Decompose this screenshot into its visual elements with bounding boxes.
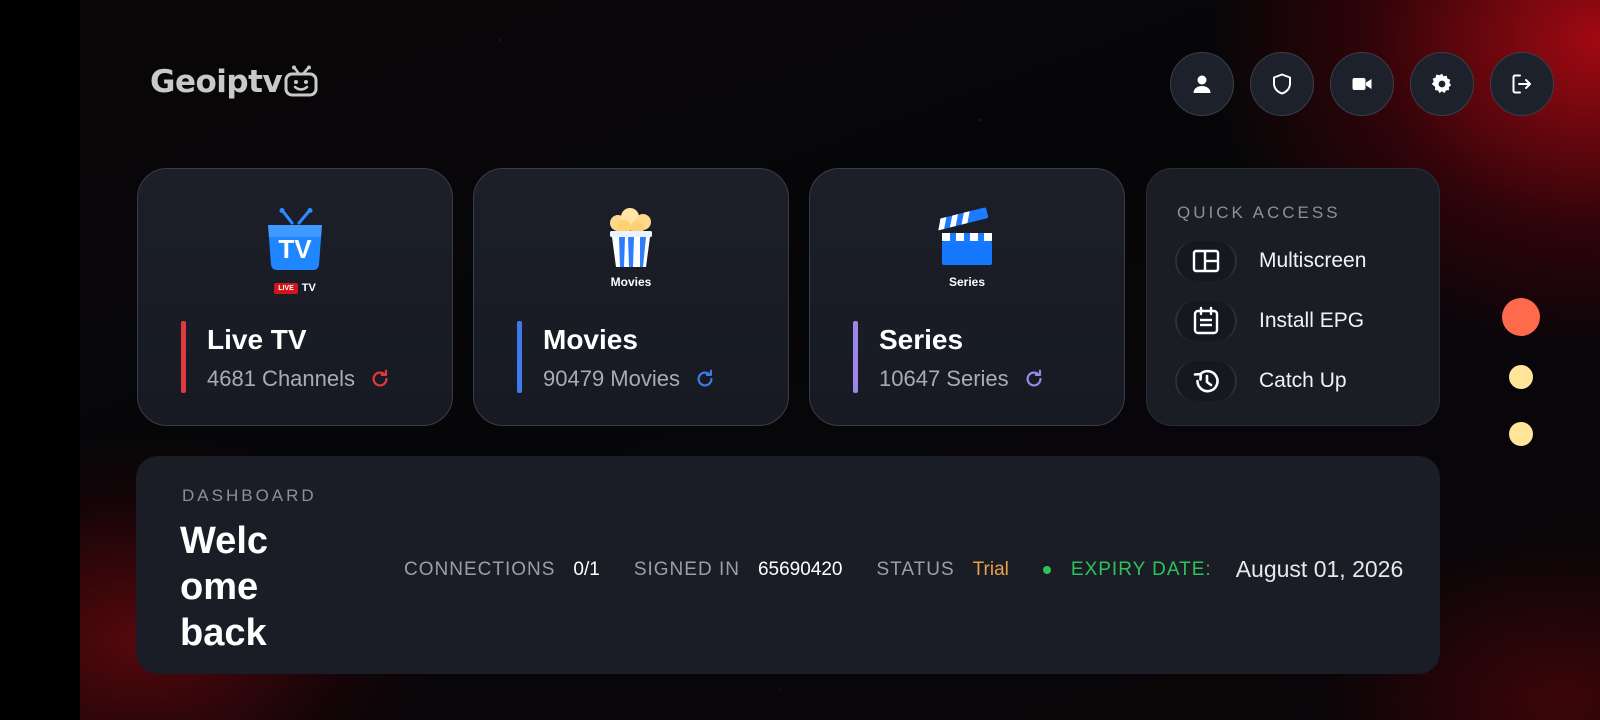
popcorn-icon: [610, 208, 652, 267]
svg-text:TV: TV: [278, 234, 312, 264]
series-count: 10647 Series: [879, 366, 1009, 391]
logo-tv-icon: [284, 65, 318, 97]
live-tv-art: TV LIVE TV: [138, 207, 452, 294]
connections-label: CONNECTIONS: [404, 558, 556, 580]
settings-button[interactable]: [1410, 52, 1474, 116]
movies-art-label: Movies: [610, 275, 652, 289]
series-art: Series: [810, 207, 1124, 289]
logout-button[interactable]: [1490, 52, 1554, 116]
movies-card[interactable]: Movies Movies 90479 Movies: [473, 168, 789, 426]
page-dot-2[interactable]: [1509, 365, 1533, 389]
status-value: Trial: [972, 558, 1009, 580]
logout-icon: [1512, 74, 1531, 94]
profile-button[interactable]: [1170, 52, 1234, 116]
live-tv-card[interactable]: TV LIVE TV Live TV 4681 Channels: [137, 168, 453, 426]
movies-accent-bar: [517, 321, 522, 393]
history-icon: [1193, 369, 1219, 393]
live-tv-title: Live TV: [207, 324, 307, 355]
calendar-icon-wrap: [1175, 301, 1237, 341]
movies-count-row: 90479 Movies: [543, 366, 716, 392]
live-tv-art-label: TV: [301, 282, 316, 294]
quick-access-panel: QUICK ACCESS Multiscreen Install EPG Cat…: [1146, 168, 1440, 426]
expiry-status-dot: [1042, 565, 1051, 574]
series-accent-bar: [853, 321, 858, 393]
dashboard-label: DASHBOARD: [182, 486, 317, 505]
quick-access-install-epg-label: Install EPG: [1259, 309, 1365, 332]
account-stats: CONNECTIONS 0/1 SIGNED IN 65690420 STATU…: [404, 556, 1403, 583]
movies-title: Movies: [543, 324, 638, 355]
multiscreen-icon: [1192, 249, 1220, 273]
quick-access-multiscreen[interactable]: Multiscreen: [1175, 241, 1366, 281]
quick-access-catch-up-label: Catch Up: [1259, 369, 1347, 392]
series-title: Series: [879, 324, 964, 355]
refresh-icon[interactable]: [1023, 368, 1045, 390]
signed-in-label: SIGNED IN: [633, 558, 740, 580]
expiry-value: August 01, 2026: [1235, 556, 1404, 582]
record-button[interactable]: [1330, 52, 1394, 116]
expiry-label: EXPIRY DATE:: [1070, 558, 1212, 580]
header-actions: [1170, 52, 1554, 116]
video-camera-icon: [1352, 78, 1372, 90]
live-tv-icon: TV: [268, 208, 322, 270]
quick-access-title: QUICK ACCESS: [1177, 203, 1341, 222]
connections-value: 0/1: [573, 558, 600, 580]
movies-art: Movies: [474, 207, 788, 289]
shield-icon: [1273, 73, 1291, 95]
live-tv-accent-bar: [181, 321, 186, 393]
vpn-button[interactable]: [1250, 52, 1314, 116]
multiscreen-icon-wrap: [1175, 241, 1237, 281]
user-icon: [1193, 75, 1211, 93]
dashboard-panel: DASHBOARD Welc ome back CONNECTIONS 0/1 …: [136, 456, 1440, 674]
refresh-icon[interactable]: [369, 368, 391, 390]
series-count-row: 10647 Series: [879, 366, 1045, 392]
gear-icon: [1431, 73, 1452, 94]
page-dot-3[interactable]: [1509, 422, 1533, 446]
page-dot-active[interactable]: [1502, 298, 1540, 336]
live-tv-count: 4681 Channels: [207, 366, 356, 391]
welcome-heading: Welc ome back: [180, 520, 269, 654]
movies-count: 90479 Movies: [543, 366, 680, 391]
history-icon-wrap: [1175, 361, 1237, 401]
live-badge: LIVE: [274, 282, 298, 294]
calendar-icon: [1193, 306, 1219, 335]
quick-access-multiscreen-label: Multiscreen: [1259, 249, 1367, 272]
refresh-icon[interactable]: [694, 368, 716, 390]
logo-text: Geoiptv: [150, 64, 283, 100]
app-logo: Geoiptv: [150, 64, 318, 100]
live-tv-count-row: 4681 Channels: [207, 366, 391, 392]
status-label: STATUS: [876, 558, 955, 580]
quick-access-install-epg[interactable]: Install EPG: [1175, 301, 1364, 341]
quick-access-catch-up[interactable]: Catch Up: [1175, 361, 1347, 401]
signed-in-value: 65690420: [757, 558, 843, 580]
series-art-label: Series: [948, 275, 986, 289]
series-card[interactable]: Series Series 10647 Series: [809, 168, 1125, 426]
clapperboard-icon: [938, 207, 992, 265]
